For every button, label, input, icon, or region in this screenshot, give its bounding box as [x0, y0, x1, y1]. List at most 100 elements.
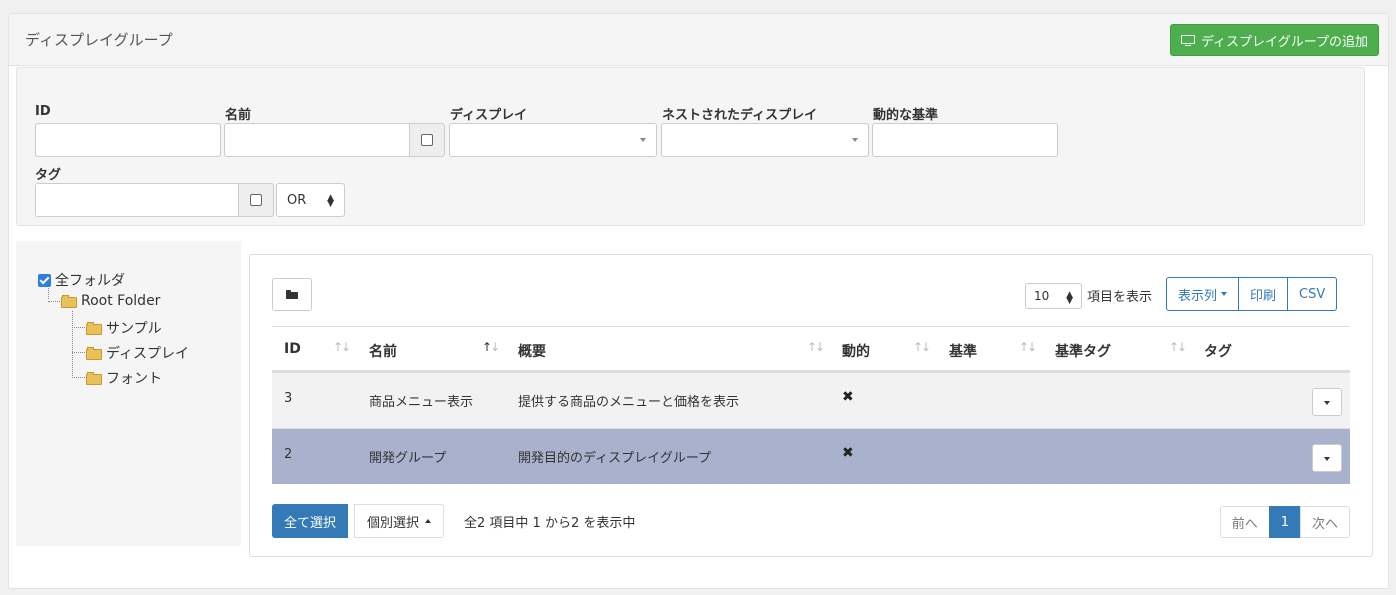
- chevron-down-icon: [1221, 292, 1228, 296]
- nested-display-select[interactable]: [661, 123, 869, 157]
- tree-line: [72, 311, 73, 378]
- sort-asc-icon[interactable]: ↑↓: [482, 340, 500, 354]
- nested-display-label: ネストされたディスプレイ: [662, 108, 818, 123]
- cell-name: 開発グループ: [369, 451, 447, 466]
- page-length-select[interactable]: 10 ▲ ▼: [1025, 283, 1082, 309]
- tree-item-font[interactable]: フォント: [86, 368, 162, 388]
- panel-header: ディスプレイグループ ディスプレイグループの追加: [9, 14, 1388, 66]
- chevron-down-icon: [852, 138, 858, 142]
- display-label: ディスプレイ: [450, 108, 528, 123]
- columns-button-label: 表示列: [1178, 288, 1218, 304]
- page-number-label: 1: [1280, 514, 1289, 530]
- row-actions-dropdown[interactable]: [1312, 388, 1342, 416]
- cell-description: 提供する商品のメニューと価格を表示: [518, 395, 740, 410]
- name-exact-checkbox[interactable]: [421, 134, 433, 146]
- column-header-criteria-tag[interactable]: 基準タグ: [1055, 341, 1111, 361]
- cell-description: 開発目的のディスプレイグループ: [518, 451, 712, 466]
- display-select[interactable]: [449, 123, 657, 157]
- cross-icon: ✖: [842, 389, 854, 405]
- tree-item-label: サンプル: [106, 321, 162, 337]
- sort-icon[interactable]: ↑↓: [1019, 340, 1037, 354]
- folder-icon: [286, 290, 298, 299]
- column-header-id[interactable]: ID: [284, 341, 301, 357]
- updown-arrows-icon: ▲ ▼: [1066, 290, 1073, 306]
- root-folder-label: Root Folder: [81, 293, 161, 309]
- column-header-tag[interactable]: タグ: [1204, 341, 1232, 361]
- page-length-value: 10: [1034, 289, 1050, 303]
- folder-icon: [61, 294, 77, 308]
- tag-label: タグ: [35, 168, 62, 183]
- tag-exact-checkbox-addon[interactable]: [238, 183, 274, 217]
- next-page-button[interactable]: 次へ: [1299, 506, 1350, 538]
- tag-exact-checkbox[interactable]: [250, 194, 262, 206]
- tree-line: [72, 327, 85, 328]
- chevron-up-icon: [425, 519, 432, 523]
- tree-line: [48, 288, 49, 299]
- prev-page-label: 前へ: [1231, 516, 1258, 532]
- sort-icon[interactable]: ↑↓: [913, 340, 931, 354]
- columns-button[interactable]: 表示列: [1166, 277, 1240, 311]
- cell-id: 3: [284, 391, 293, 406]
- add-display-group-label: ディスプレイグループの追加: [1200, 34, 1368, 50]
- print-button-label: 印刷: [1250, 288, 1277, 304]
- table-info: 全2 項目中 1 から2 を表示中: [464, 516, 636, 531]
- all-folders-label: 全フォルダ: [55, 273, 125, 289]
- row-actions-dropdown[interactable]: [1312, 444, 1342, 472]
- updown-arrows-icon: ▲ ▼: [327, 193, 334, 209]
- tree-line: [72, 377, 85, 378]
- csv-button[interactable]: CSV: [1287, 277, 1338, 311]
- tree-item-display[interactable]: ディスプレイ: [86, 343, 189, 363]
- name-exact-checkbox-addon[interactable]: [409, 123, 445, 157]
- table-row[interactable]: 3 商品メニュー表示 提供する商品のメニューと価格を表示 ✖: [272, 372, 1350, 428]
- page-length-label: 項目を表示: [1087, 290, 1153, 305]
- select-individual-button[interactable]: 個別選択: [354, 504, 445, 538]
- tag-input[interactable]: [35, 183, 239, 217]
- checkbox-checked-icon[interactable]: [38, 273, 51, 287]
- name-label: 名前: [225, 108, 252, 123]
- csv-button-label: CSV: [1299, 286, 1326, 302]
- tree-item-label: ディスプレイ: [106, 346, 190, 362]
- tree-line: [72, 352, 85, 353]
- folder-icon: [86, 321, 102, 335]
- add-display-group-button[interactable]: ディスプレイグループの追加: [1169, 24, 1379, 56]
- pagination: 前へ 1 次へ: [1219, 506, 1350, 538]
- dynamic-criteria-label: 動的な基準: [873, 108, 939, 123]
- sort-icon[interactable]: ↑↓: [1169, 340, 1187, 354]
- id-label: ID: [35, 104, 51, 119]
- next-page-label: 次へ: [1311, 516, 1338, 532]
- monitor-icon: [1180, 34, 1195, 46]
- id-input[interactable]: [35, 123, 221, 157]
- folder-toggle-button[interactable]: [272, 278, 312, 311]
- print-button[interactable]: 印刷: [1238, 277, 1289, 311]
- prev-page-button[interactable]: 前へ: [1219, 506, 1270, 538]
- filter-form: ID 名前 ディスプレイ ネストされたディスプレイ 動的な基準 タグ OR ▲ ▼: [16, 67, 1365, 226]
- sort-icon[interactable]: ↑↓: [807, 340, 825, 354]
- cell-name: 商品メニュー表示: [369, 395, 474, 410]
- cross-icon: ✖: [842, 445, 854, 461]
- folder-icon: [86, 346, 102, 360]
- select-all-button[interactable]: 全て選択: [272, 504, 349, 538]
- column-header-criteria[interactable]: 基準: [949, 341, 977, 361]
- name-input[interactable]: [224, 123, 410, 157]
- folder-icon: [86, 371, 102, 385]
- table-row[interactable]: 2 開発グループ 開発目的のディスプレイグループ ✖: [272, 428, 1350, 484]
- column-header-description[interactable]: 概要: [518, 341, 546, 361]
- column-header-dynamic[interactable]: 動的: [842, 341, 870, 361]
- dynamic-criteria-input[interactable]: [872, 123, 1058, 157]
- sort-icon[interactable]: ↑↓: [333, 340, 351, 354]
- column-header-name[interactable]: 名前: [369, 341, 397, 361]
- cell-id: 2: [284, 447, 293, 462]
- page-title: ディスプレイグループ: [25, 31, 173, 49]
- tree-item-sample[interactable]: サンプル: [86, 318, 162, 338]
- table-header: ID ↑↓ 名前 ↑↓ 概要 ↑↓ 動的 ↑↓ 基準 ↑↓ 基準タグ ↑↓ タグ: [272, 326, 1350, 372]
- chevron-down-icon: [640, 138, 646, 142]
- table-buttons: 表示列 印刷 CSV: [1166, 277, 1338, 311]
- tree-item-all-folders[interactable]: 全フォルダ: [38, 270, 125, 290]
- page-1-button[interactable]: 1: [1268, 506, 1301, 538]
- table-panel: 10 ▲ ▼ 項目を表示 表示列 印刷 CSV ID ↑↓ 名前 ↑↓ 概要 ↑↓…: [249, 254, 1373, 557]
- tag-operator-select[interactable]: OR ▲ ▼: [276, 183, 345, 217]
- tree-line: [48, 301, 60, 302]
- tag-operator-value: OR: [287, 192, 307, 208]
- tree-item-root-folder[interactable]: Root Folder: [61, 293, 160, 309]
- tree-item-label: フォント: [106, 371, 162, 387]
